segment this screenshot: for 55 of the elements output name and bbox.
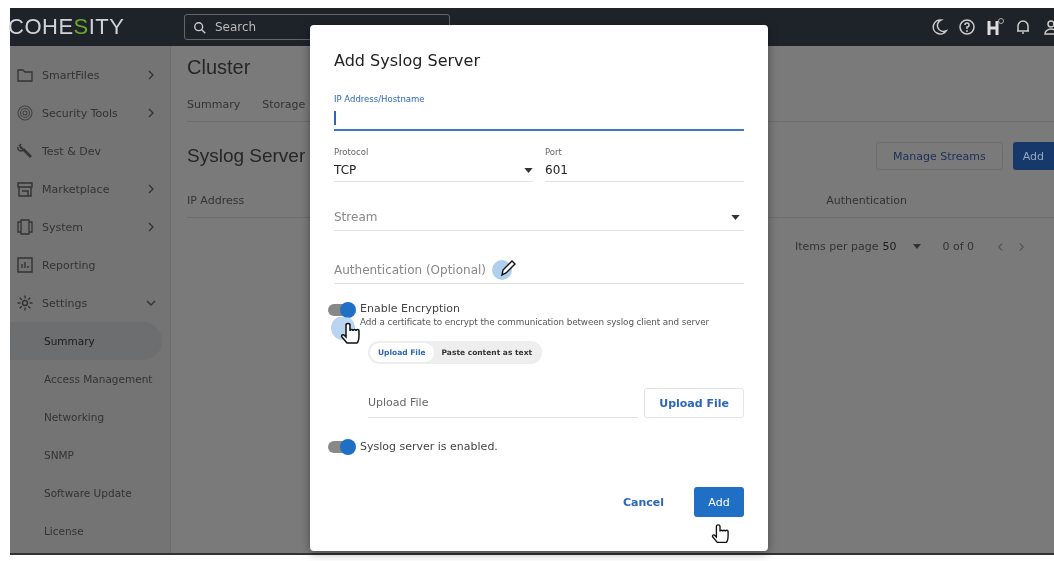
gear-icon: [16, 294, 34, 312]
manage-streams-button[interactable]: Manage Streams: [875, 142, 1003, 170]
search-icon: [193, 21, 207, 35]
tab[interactable]: Summary: [187, 98, 241, 111]
sidebar-subitem[interactable]: Summary: [10, 322, 162, 360]
add-button[interactable]: Add: [1012, 142, 1054, 170]
sidebar-subitem[interactable]: Networking: [10, 398, 162, 436]
cancel-button[interactable]: Cancel: [616, 494, 670, 510]
page-range: 0 of 0: [942, 240, 975, 253]
help-icon[interactable]: [958, 18, 976, 36]
add-button[interactable]: Add: [694, 487, 744, 517]
sidebar-item[interactable]: Reporting: [10, 246, 170, 284]
fingerprint-icon: [16, 104, 34, 122]
sidebar-item[interactable]: Settings: [10, 284, 170, 322]
helios-icon[interactable]: [986, 17, 1004, 37]
upload-file-button[interactable]: Upload File: [644, 388, 744, 418]
caret-icon: [524, 167, 533, 173]
sidebar-item[interactable]: Security Tools: [10, 94, 170, 132]
moon-icon[interactable]: [930, 18, 948, 36]
sidebar-item[interactable]: System: [10, 208, 170, 246]
protocol-select[interactable]: Protocol TCP: [334, 147, 533, 182]
column-header: Authentication: [826, 194, 907, 207]
dialog-title: Add Syslog Server: [334, 51, 481, 70]
user-icon[interactable]: [1042, 18, 1054, 36]
caret-icon: [731, 214, 740, 220]
store-icon: [16, 180, 34, 198]
stream-select[interactable]: Stream: [334, 204, 744, 231]
bell-icon[interactable]: [1014, 18, 1032, 36]
column-header: IP Address: [187, 194, 245, 207]
search-field[interactable]: Search: [184, 14, 450, 40]
sidebar-subitem[interactable]: Software Update: [10, 474, 162, 512]
encryption-toggle[interactable]: [328, 304, 354, 316]
sidebar-item[interactable]: Marketplace: [10, 170, 170, 208]
sidebar-item[interactable]: SmartFiles: [10, 56, 170, 94]
device-icon: [16, 218, 34, 236]
folder-icon: [16, 66, 34, 84]
page-size-select[interactable]: 50: [882, 240, 921, 253]
sidebar-subitem[interactable]: License: [10, 512, 162, 550]
tab[interactable]: Storage: [262, 98, 306, 111]
toggle-label: Syslog server is enabled.: [360, 440, 498, 453]
sidebar-subitem[interactable]: Access Management: [10, 360, 162, 398]
caret-icon: [912, 244, 921, 249]
chart-icon: [16, 256, 34, 274]
sidebar-subitem[interactable]: SNMP: [10, 436, 162, 474]
wrench-icon: [16, 142, 34, 160]
page-title: Cluster: [187, 56, 251, 80]
items-per-page-label: Items per page: [795, 240, 879, 253]
sidebar-item[interactable]: Test & Dev: [10, 132, 170, 170]
toggle-description: Add a certificate to encrypt the communication between syslog client and server: [360, 317, 710, 327]
port-field[interactable]: Port 601: [545, 147, 744, 182]
ip-address-field[interactable]: IP Address/Hostname: [334, 94, 744, 131]
enabled-toggle[interactable]: [328, 440, 354, 453]
upload-file-field[interactable]: Upload File: [368, 390, 639, 418]
section-title: Syslog Server: [187, 145, 306, 167]
toggle-label: Enable Encryption: [360, 302, 462, 315]
